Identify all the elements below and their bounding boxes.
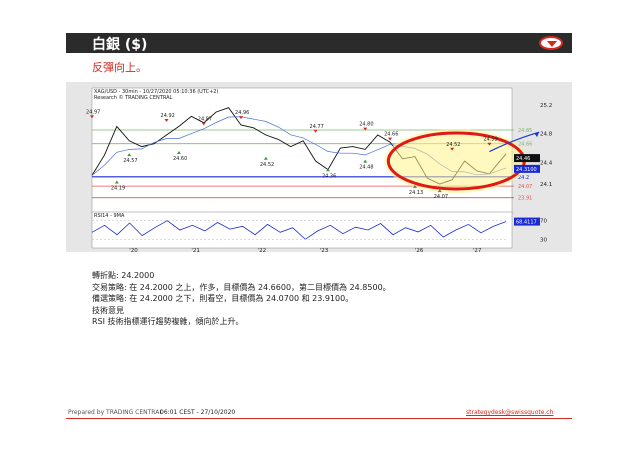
y-tick-label: 25.2 <box>540 103 552 109</box>
footer-email-link[interactable]: strategydesk@swissquote.ch <box>466 409 553 416</box>
rsi-tick-label: 30 <box>540 237 547 243</box>
highlight-glow <box>384 128 529 193</box>
x-tick-label: '21 <box>191 248 200 252</box>
chevron-down-icon[interactable] <box>539 36 563 50</box>
y-tick-label: 24.8 <box>540 132 553 138</box>
trough-label: 24.52 <box>260 162 274 168</box>
peak-label: 24.92 <box>161 113 175 119</box>
peak-label: 24.59 <box>483 137 497 143</box>
pivot-note: 轉折點: 24.2000 <box>92 271 155 280</box>
x-tick-label: '22 <box>258 248 267 252</box>
price-box-label: 24.3100 <box>516 167 537 173</box>
peak-label: 24.66 <box>384 132 398 138</box>
technical-note: RSI 技術指標運行趨勢複雜，傾向於上升。 <box>92 317 244 326</box>
page-title: 白銀 ($) <box>92 37 148 53</box>
x-tick-label: '26 <box>415 248 424 252</box>
peak-label: 24.87 <box>198 117 212 123</box>
price-chart: XAG/USD - 30min - 10/27/2020 05:10:36 (U… <box>86 87 553 252</box>
peak-label: 24.80 <box>359 122 373 128</box>
x-tick-label: '20 <box>129 248 138 252</box>
x-tick-label: '27 <box>473 248 482 252</box>
summary-text: 反彈向上。 <box>92 61 147 74</box>
level-label: 24.85 <box>518 128 532 134</box>
x-tick-label: '23 <box>320 248 329 252</box>
level-label: 23.91 <box>518 196 532 202</box>
peak-label: 24.96 <box>235 110 249 116</box>
level-label: 24.07 <box>518 184 532 190</box>
footer-prepared: Prepared by TRADING CENTRAL <box>68 409 163 416</box>
analysis-notes: 轉折點: 24.2000 交易策略: 在 24.2000 之上，作多，目標價為 … <box>92 270 391 328</box>
price-box-label: 24.46 <box>516 156 530 162</box>
rsi-value-label: 68.4117 <box>516 220 537 226</box>
trough-label: 24.36 <box>322 173 336 179</box>
chart-subtitle: Research © TRADING CENTRAL <box>94 94 173 101</box>
trough-label: 24.07 <box>434 194 448 200</box>
peak-label: 24.97 <box>86 109 100 115</box>
footer-divider <box>66 418 572 419</box>
rsi-panel <box>91 211 513 249</box>
y-tick-label: 24.1 <box>540 182 552 188</box>
rsi-tick-label: 70 <box>540 219 547 225</box>
trough-label: 24.48 <box>359 165 373 171</box>
rsi-label: RSI14 - 9MA <box>94 213 125 219</box>
header-bar: 白銀 ($) <box>66 33 572 53</box>
peak-label: 24.52 <box>446 142 460 148</box>
footer-time: 06:01 CEST - 27/10/2020 <box>160 409 236 416</box>
chart-panel: XAG/USD - 30min - 10/27/2020 05:10:36 (U… <box>66 82 572 252</box>
trough-label: 24.19 <box>111 186 125 192</box>
strategy-note: 交易策略: 在 24.2000 之上，作多，目標價為 24.6600，第二目標價… <box>92 282 391 292</box>
technical-heading: 技術意見 <box>92 305 124 315</box>
trough-label: 24.60 <box>173 156 187 162</box>
alternative-note: 備選策略: 在 24.2000 之下，則看空，目標價為 24.0700 和 23… <box>92 294 354 303</box>
peak-label: 24.77 <box>310 124 324 130</box>
trough-label: 24.13 <box>409 190 423 196</box>
y-tick-label: 24.4 <box>540 160 553 166</box>
trough-label: 24.57 <box>123 158 137 164</box>
